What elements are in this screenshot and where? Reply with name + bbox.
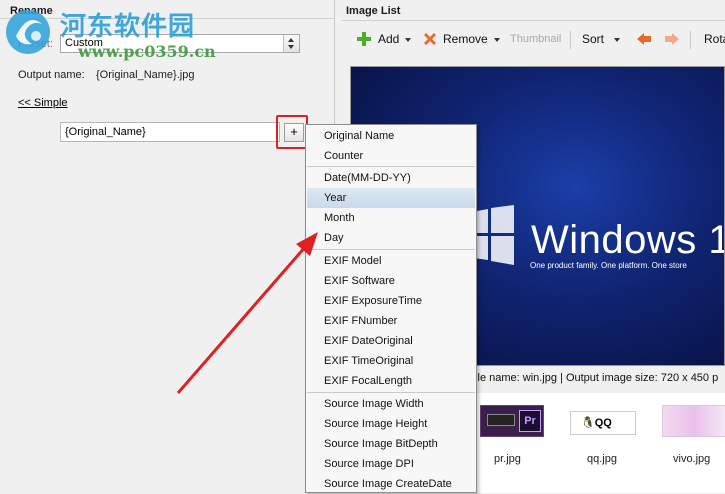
menu-item-source-dpi[interactable]: Source Image DPI [307,454,475,474]
thumbnail-strip: Pr pr.jpg 🐧QQ qq.jpg vivo.jpg [472,393,725,493]
menu-item-counter[interactable]: Counter [307,146,475,166]
premiere-icon: Pr [519,410,541,432]
remove-label: Remove [443,32,488,46]
menu-item-source-bitdepth[interactable]: Source Image BitDepth [307,434,475,454]
sort-label: Sort [582,32,605,46]
thumbnail-label: qq.jpg [587,453,617,465]
toolbar-separator [570,31,571,49]
menu-item-source-createdate[interactable]: Source Image CreateDate [307,474,475,494]
image-status-line: file name: win.jpg | Output image size: … [472,372,719,384]
menu-separator [307,249,475,250]
toolbar-separator [690,31,691,49]
add-label: Add [378,32,400,46]
chevron-down-icon [493,37,500,42]
menu-separator [307,392,475,393]
move-left-arrow-icon[interactable] [636,31,652,47]
thumbnail-bar [487,414,515,426]
add-icon[interactable] [356,31,372,47]
menu-item-exif-model[interactable]: EXIF Model [307,251,475,271]
menu-item-day[interactable]: Day [307,228,475,248]
spin-down-icon[interactable] [288,45,294,49]
menu-item-exif-dateoriginal[interactable]: EXIF DateOriginal [307,331,475,351]
preview-tagline: One product family. One platform. One st… [530,261,687,270]
sort-button[interactable]: Sort [582,32,621,46]
watermark-logo-icon [6,10,50,54]
menu-item-exif-fnumber[interactable]: EXIF FNumber [307,311,475,331]
qq-icon: 🐧QQ [581,417,612,429]
thumbnail-pr[interactable]: Pr [480,405,544,437]
menu-item-exif-focallength[interactable]: EXIF FocalLength [307,371,475,391]
thumbnail-qq[interactable]: 🐧QQ [570,411,636,435]
menu-item-exif-exposuretime[interactable]: EXIF ExposureTime [307,291,475,311]
rename-pattern-field[interactable]: {Original_Name} [60,122,280,142]
menu-item-exif-software[interactable]: EXIF Software [307,271,475,291]
menu-item-date[interactable]: Date(MM-DD-YY) [307,168,475,188]
output-name-label: Output name: [18,69,85,81]
add-button[interactable]: Add [378,32,412,46]
menu-item-year[interactable]: Year [307,188,475,208]
spin-up-icon[interactable] [288,38,294,42]
watermark-url: www.pc0359.cn [78,42,216,61]
image-list-title: Image List [346,5,401,17]
menu-item-original-name[interactable]: Original Name [307,126,475,146]
image-list-toolbar: Add Remove Thumbnail Sort Rota [342,27,725,53]
chevron-down-icon [614,37,621,42]
insert-tag-menu: Original Name Counter Date(MM-DD-YY) Yea… [305,124,477,493]
menu-item-source-height[interactable]: Source Image Height [307,414,475,434]
rotate-button[interactable]: Rota [704,32,725,46]
menu-item-month[interactable]: Month [307,208,475,228]
preset-spinner[interactable] [283,35,299,52]
move-right-arrow-icon[interactable] [664,31,680,47]
thumbnail-button[interactable]: Thumbnail [510,33,561,45]
menu-item-source-width[interactable]: Source Image Width [307,394,475,414]
preview-windows-text: Windows 1 [531,218,725,262]
remove-icon[interactable] [422,31,438,47]
simple-mode-link[interactable]: << Simple [18,97,68,109]
remove-button[interactable]: Remove [443,32,500,46]
watermark-title: 河东软件园 [60,12,196,42]
menu-item-exif-timeoriginal[interactable]: EXIF TimeOriginal [307,351,475,371]
thumbnail-label: vivo.jpg [673,453,711,465]
menu-separator [307,166,475,167]
thumbnail-vivo[interactable] [662,405,725,437]
thumbnail-label: pr.jpg [494,453,521,465]
rename-panel: Rename Preset: Custom Output name: {Orig… [0,0,335,493]
output-name-value: {Original_Name}.jpg [96,69,195,81]
annotation-highlight-box [276,115,308,149]
chevron-down-icon [405,37,412,42]
divider [342,20,725,21]
